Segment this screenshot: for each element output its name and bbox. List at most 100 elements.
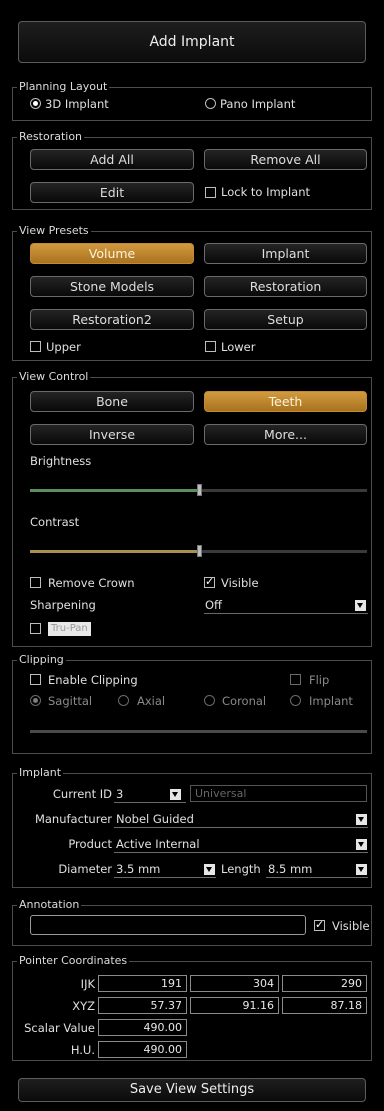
- inverse-button[interactable]: Inverse: [30, 424, 194, 445]
- sharpening-label: Sharpening: [30, 598, 96, 612]
- ijk-label: IJK: [80, 977, 95, 991]
- chevron-down-icon[interactable]: [170, 789, 181, 800]
- diameter-dropdown[interactable]: 3.5 mm: [114, 860, 216, 878]
- diameter-value: 3.5 mm: [116, 862, 161, 876]
- ijk-j-field: 304: [190, 975, 279, 992]
- brightness-slider-thumb[interactable]: [197, 484, 202, 496]
- visible-checkbox[interactable]: [204, 575, 215, 588]
- product-label: Product: [68, 837, 112, 851]
- length-label: Length: [221, 862, 261, 876]
- teeth-button[interactable]: Teeth: [204, 391, 367, 412]
- scalar-value-field: 490.00: [98, 1019, 187, 1036]
- lock-to-implant-checkbox[interactable]: [205, 187, 216, 198]
- current-id-value: 3: [116, 787, 124, 801]
- xyz-z-field: 87.18: [282, 997, 367, 1014]
- flip-label[interactable]: Flip: [309, 673, 329, 687]
- contrast-label: Contrast: [30, 515, 80, 529]
- remove-all-button[interactable]: Remove All: [204, 149, 367, 170]
- current-id-dropdown[interactable]: 3: [114, 785, 186, 803]
- radio-pano-implant-label[interactable]: Pano Implant: [220, 97, 295, 111]
- add-all-button[interactable]: Add All: [30, 149, 194, 170]
- radio-3d-implant[interactable]: [30, 98, 41, 109]
- annotation-visible-checkbox[interactable]: [314, 918, 325, 931]
- restoration-title: Restoration: [17, 130, 85, 144]
- sharpening-underline: [204, 613, 368, 614]
- clipping-title: Clipping: [17, 653, 66, 667]
- view-presets-title: View Presets: [17, 224, 91, 238]
- diameter-label: Diameter: [58, 862, 112, 876]
- brightness-label: Brightness: [30, 454, 92, 468]
- upper-label[interactable]: Upper: [46, 340, 81, 354]
- annotation-input[interactable]: [30, 915, 306, 935]
- radio-axial[interactable]: [118, 695, 129, 706]
- manufacturer-value: Nobel Guided: [116, 812, 194, 826]
- preset-restoration-button[interactable]: Restoration: [204, 276, 367, 297]
- save-view-settings-button[interactable]: Save View Settings: [18, 1078, 366, 1102]
- chevron-down-icon[interactable]: [355, 600, 366, 611]
- annotation-title: Annotation: [17, 898, 82, 912]
- trupan-checkbox[interactable]: [30, 623, 41, 634]
- contrast-slider[interactable]: [30, 545, 367, 557]
- remove-crown-label[interactable]: Remove Crown: [48, 576, 135, 590]
- current-id-label: Current ID: [52, 787, 112, 801]
- planning-layout-title: Planning Layout: [17, 80, 110, 94]
- manufacturer-underline: [114, 827, 368, 828]
- enable-clipping-label[interactable]: Enable Clipping: [48, 673, 138, 687]
- lower-label[interactable]: Lower: [221, 340, 255, 354]
- pointer-coordinates-title: Pointer Coordinates: [17, 954, 130, 968]
- radio-sagittal[interactable]: [30, 695, 41, 706]
- contrast-slider-fill: [30, 550, 199, 553]
- xyz-y-field: 91.16: [190, 997, 279, 1014]
- implant-title: Implant: [17, 766, 64, 780]
- enable-clipping-checkbox[interactable]: [30, 674, 41, 685]
- length-dropdown[interactable]: 8.5 mm: [266, 860, 368, 878]
- chevron-down-icon[interactable]: [356, 814, 367, 825]
- radio-coronal[interactable]: [204, 695, 215, 706]
- lock-to-implant-label[interactable]: Lock to Implant: [221, 185, 310, 199]
- preset-stone-models-button[interactable]: Stone Models: [30, 276, 194, 297]
- length-underline: [266, 877, 368, 878]
- xyz-x-field: 57.37: [98, 997, 187, 1014]
- add-implant-button[interactable]: Add Implant: [18, 21, 366, 63]
- visible-label[interactable]: Visible: [221, 576, 259, 590]
- ijk-k-field: 290: [282, 975, 367, 992]
- scalar-value-label: Scalar Value: [24, 1021, 95, 1035]
- chevron-down-icon[interactable]: [204, 864, 215, 875]
- preset-restoration2-button[interactable]: Restoration2: [30, 309, 194, 330]
- edit-button[interactable]: Edit: [30, 182, 194, 203]
- radio-coronal-label[interactable]: Coronal: [222, 694, 266, 708]
- clipping-slider[interactable]: [30, 730, 367, 733]
- flip-checkbox[interactable]: [290, 674, 301, 685]
- radio-clip-implant[interactable]: [290, 695, 301, 706]
- radio-clip-implant-label[interactable]: Implant: [309, 694, 353, 708]
- sharpening-dropdown[interactable]: Off: [204, 596, 368, 614]
- radio-sagittal-label[interactable]: Sagittal: [48, 694, 92, 708]
- remove-crown-checkbox[interactable]: [30, 577, 41, 588]
- radio-axial-label[interactable]: Axial: [137, 694, 165, 708]
- preset-setup-button[interactable]: Setup: [204, 309, 367, 330]
- chevron-down-icon[interactable]: [356, 864, 367, 875]
- hu-label: H.U.: [70, 1043, 95, 1057]
- manufacturer-label: Manufacturer: [34, 812, 112, 826]
- radio-pano-implant[interactable]: [205, 98, 216, 109]
- chevron-down-icon[interactable]: [356, 839, 367, 850]
- preset-volume-button[interactable]: Volume: [30, 243, 194, 264]
- brightness-slider[interactable]: [30, 484, 367, 496]
- product-dropdown[interactable]: Active Internal: [114, 835, 368, 853]
- diameter-underline: [114, 877, 216, 878]
- radio-3d-implant-label[interactable]: 3D Implant: [45, 97, 109, 111]
- more-button[interactable]: More...: [204, 424, 367, 445]
- ijk-i-field: 191: [98, 975, 187, 992]
- bone-button[interactable]: Bone: [30, 391, 194, 412]
- lower-checkbox[interactable]: [205, 341, 216, 352]
- xyz-label: XYZ: [72, 999, 95, 1013]
- universal-field: Universal: [190, 785, 367, 802]
- contrast-slider-thumb[interactable]: [197, 545, 202, 557]
- trupan-logo: Tru-Pan: [48, 622, 91, 636]
- manufacturer-dropdown[interactable]: Nobel Guided: [114, 810, 368, 828]
- current-id-underline: [114, 802, 186, 803]
- upper-checkbox[interactable]: [30, 341, 41, 352]
- preset-implant-button[interactable]: Implant: [204, 243, 367, 264]
- product-underline: [114, 852, 368, 853]
- annotation-visible-label[interactable]: Visible: [332, 919, 370, 933]
